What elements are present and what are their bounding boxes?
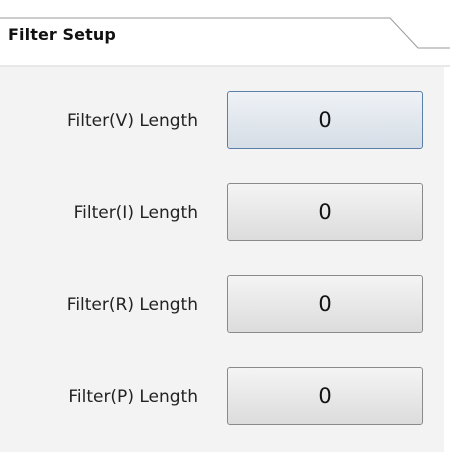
filter-r-length-label: Filter(R) Length: [66, 295, 198, 315]
filter-p-length-label: Filter(P) Length: [68, 387, 198, 407]
filter-p-length-input[interactable]: 0: [227, 367, 423, 425]
filter-r-row: Filter(R) Length 0: [0, 275, 444, 335]
filter-settings-area: Filter(V) Length 0 Filter(I) Length 0 Fi…: [0, 67, 444, 452]
filter-v-length-input[interactable]: 0: [227, 91, 423, 149]
filter-r-length-input[interactable]: 0: [227, 275, 423, 333]
filter-i-row: Filter(I) Length 0: [0, 183, 444, 243]
filter-setup-panel: Filter Setup Filter(V) Length 0 Filter(I…: [0, 0, 450, 452]
filter-p-row: Filter(P) Length 0: [0, 367, 444, 427]
filter-v-length-label: Filter(V) Length: [66, 111, 198, 131]
filter-v-row: Filter(V) Length 0: [0, 91, 444, 151]
tab-filter-setup[interactable]: Filter Setup: [8, 25, 116, 44]
filter-i-length-label: Filter(I) Length: [73, 203, 198, 223]
tab-header: Filter Setup: [0, 0, 450, 67]
filter-i-length-input[interactable]: 0: [227, 183, 423, 241]
